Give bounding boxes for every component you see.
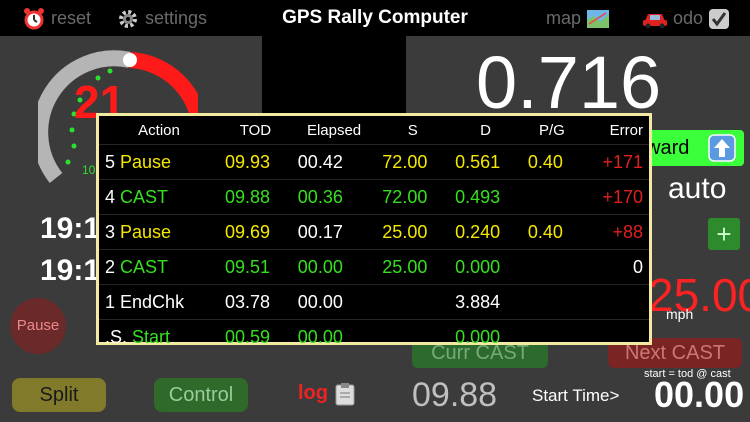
row-action: CAST	[120, 256, 169, 277]
row-error: +171	[581, 144, 649, 180]
row-speed	[376, 284, 450, 320]
map-label: map	[546, 8, 582, 28]
row-tod: 00.59	[219, 319, 292, 354]
row-number: 4	[105, 186, 116, 207]
app-title: GPS Rally Computer	[282, 7, 468, 28]
pause-button[interactable]: Pause	[10, 298, 66, 354]
table-row[interactable]: 3 Pause 09.69 00.17 25.00 0.240 0.40 +88	[99, 214, 649, 250]
table-row[interactable]: .S. Start 00.59 00.00 0.000	[99, 319, 649, 354]
row-speed	[376, 319, 450, 354]
log-label: log	[298, 382, 328, 404]
row-tod: 09.93	[219, 144, 292, 180]
row-pg	[521, 284, 582, 320]
col-header-pg: P/G	[538, 121, 565, 139]
odo-label: odo	[673, 8, 704, 28]
col-header-elapsed: Elapsed	[306, 121, 362, 139]
row-elapsed: 00.36	[291, 179, 377, 215]
clipboard-icon	[335, 382, 355, 406]
row-distance: 0.240	[449, 214, 522, 250]
row-action: Pause	[120, 221, 172, 242]
row-action: Start	[132, 326, 171, 347]
plus-button[interactable]: +	[708, 218, 740, 250]
row-tod: 09.88	[219, 179, 292, 215]
row-elapsed: 00.00	[291, 249, 377, 285]
checkbox-checked-icon[interactable]	[708, 8, 730, 30]
col-header-tod: TOD	[239, 121, 272, 139]
map-button[interactable]: map	[546, 0, 610, 36]
log-table-overlay: Action TOD Elapsed S D P/G Error 5 Pause…	[96, 113, 652, 354]
top-bar: reset settings GPS Rally Computer map od…	[0, 0, 750, 36]
row-error: 0	[581, 249, 649, 285]
row-elapsed: 00.42	[291, 144, 377, 180]
row-pg: 0.40	[521, 214, 582, 250]
row-tod: 09.69	[219, 214, 292, 250]
row-number: 1	[105, 291, 116, 312]
log-button[interactable]: log	[298, 378, 356, 408]
row-speed: 25.00	[376, 249, 450, 285]
app-screen: reset settings GPS Rally Computer map od…	[0, 0, 750, 422]
table-row[interactable]: 1 EndChk 03.78 00.00 3.884	[99, 284, 649, 320]
row-tod: 09.51	[219, 249, 292, 285]
row-distance: 0.561	[449, 144, 522, 180]
clock-time-secondary: 19:1	[40, 254, 101, 287]
speed-display: 25.00	[648, 269, 750, 321]
row-number: 2	[105, 256, 116, 277]
row-distance: 0.493	[449, 179, 522, 215]
row-distance: 0.000	[449, 249, 522, 285]
row-pg: 0.40	[521, 144, 582, 180]
map-icon	[587, 10, 610, 29]
row-action: Pause	[120, 151, 172, 172]
row-pg	[521, 179, 582, 215]
row-error	[581, 319, 649, 354]
auto-mode-label: auto	[668, 172, 727, 205]
car-icon	[643, 14, 667, 29]
row-action: EndChk	[120, 291, 185, 312]
table-row[interactable]: 5 Pause 09.93 00.42 72.00 0.561 0.40 +17…	[99, 144, 649, 180]
row-elapsed: 00.00	[291, 319, 377, 354]
row-number: .S.	[105, 326, 128, 347]
col-header-d: D	[480, 121, 491, 139]
forward-button[interactable]: ward	[640, 130, 744, 166]
row-action: CAST	[120, 186, 169, 207]
clock-time: 19:1	[40, 212, 101, 245]
row-elapsed: 00.17	[291, 214, 377, 250]
col-header-s: S	[407, 121, 418, 139]
row-speed: 72.00	[376, 179, 450, 215]
row-elapsed: 00.00	[291, 284, 377, 320]
table-row[interactable]: 4 CAST 09.88 00.36 72.00 0.493 +170	[99, 179, 649, 215]
row-number: 3	[105, 221, 116, 242]
gauge-tick-label: 10	[82, 163, 96, 177]
row-distance: 3.884	[449, 284, 522, 320]
log-table: Action TOD Elapsed S D P/G Error 5 Pause…	[99, 116, 649, 354]
speed-unit: mph	[666, 306, 694, 322]
table-row[interactable]: 2 CAST 09.51 00.00 25.00 0.000 0	[99, 249, 649, 285]
row-speed: 72.00	[376, 144, 450, 180]
row-error: +170	[581, 179, 649, 215]
odo-button[interactable]: odo	[642, 0, 730, 36]
row-error	[581, 284, 649, 320]
start-time-value: 00.00	[654, 374, 745, 415]
col-header-error: Error	[609, 121, 643, 139]
col-header-action: Action	[138, 121, 180, 139]
row-number: 5	[105, 151, 116, 172]
row-pg	[521, 319, 582, 354]
elapsed-display: 09.88	[412, 376, 498, 414]
row-speed: 25.00	[376, 214, 450, 250]
row-pg	[521, 249, 582, 285]
arrow-up-icon	[708, 134, 736, 162]
row-error: +88	[581, 214, 649, 250]
start-time-button[interactable]: Start Time>	[532, 386, 619, 406]
table-header-row: Action TOD Elapsed S D P/G Error	[99, 116, 649, 145]
split-button[interactable]: Split	[12, 378, 106, 412]
control-button[interactable]: Control	[154, 378, 248, 412]
row-distance: 0.000	[449, 319, 522, 354]
row-tod: 03.78	[219, 284, 292, 320]
forward-label: ward	[646, 137, 690, 159]
